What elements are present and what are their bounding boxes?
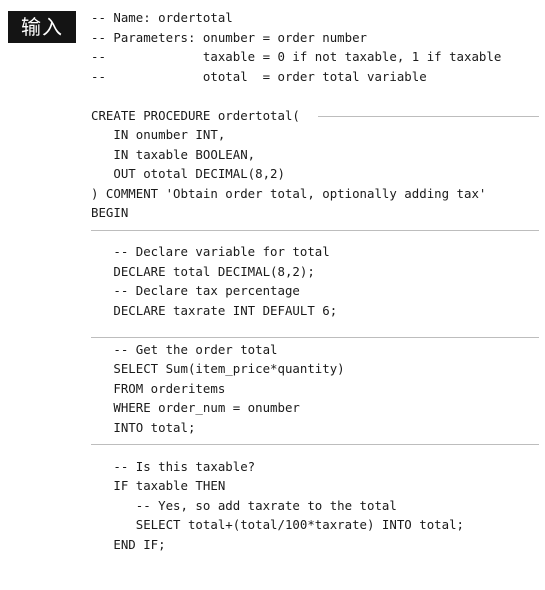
select-block: -- Get the order total SELECT Sum(item_p… bbox=[91, 340, 539, 438]
code-line: -- Declare tax percentage bbox=[91, 283, 300, 298]
code-line: SELECT Sum(item_price*quantity) bbox=[91, 361, 345, 376]
code-line: -- Get the order total bbox=[91, 341, 278, 357]
code-line: SELECT total+(total/100*taxrate) INTO to… bbox=[91, 517, 464, 532]
code-line: -- Yes, so add taxrate to the total bbox=[91, 497, 397, 513]
code-line: -- Parameters: onumber = order number bbox=[91, 29, 368, 45]
code-line: -- Is this taxable? bbox=[91, 458, 256, 474]
code-line: -- Name: ordertotal bbox=[91, 10, 233, 25]
code-line: WHERE order_num = onumber bbox=[91, 400, 300, 415]
divider bbox=[318, 116, 539, 117]
code-line: ) COMMENT 'Obtain order total, optionall… bbox=[91, 185, 487, 201]
procedure-signature-block: CREATE PROCEDURE ordertotal( IN onumber … bbox=[91, 106, 539, 223]
code-listing: -- Name: ordertotal -- Parameters: onumb… bbox=[91, 8, 539, 554]
code-line: -- Declare variable for total bbox=[91, 244, 330, 259]
code-line: BEGIN bbox=[91, 205, 129, 220]
code-line: FROM orderitems bbox=[91, 380, 226, 396]
code-line: IF taxable THEN bbox=[91, 478, 226, 493]
code-line: IN onumber INT, bbox=[91, 127, 226, 142]
code-line: OUT ototal DECIMAL(8,2) bbox=[91, 166, 285, 181]
input-badge: 输入 bbox=[8, 11, 76, 43]
divider bbox=[91, 337, 539, 338]
header-comment-block: -- Name: ordertotal -- Parameters: onumb… bbox=[91, 8, 539, 86]
divider bbox=[91, 230, 539, 231]
declare-block: -- Declare variable for total DECLARE to… bbox=[91, 242, 539, 320]
code-line: IN taxable BOOLEAN, bbox=[91, 146, 256, 162]
code-line: INTO total; bbox=[91, 419, 196, 435]
code-line: -- taxable = 0 if not taxable, 1 if taxa… bbox=[91, 49, 502, 64]
code-line: DECLARE taxrate INT DEFAULT 6; bbox=[91, 302, 338, 318]
divider bbox=[91, 444, 539, 445]
code-line: END IF; bbox=[91, 536, 166, 552]
code-line: -- ototal = order total variable bbox=[91, 68, 427, 84]
code-line: DECLARE total DECIMAL(8,2); bbox=[91, 263, 315, 279]
tax-block: -- Is this taxable? IF taxable THEN -- Y… bbox=[91, 457, 539, 555]
